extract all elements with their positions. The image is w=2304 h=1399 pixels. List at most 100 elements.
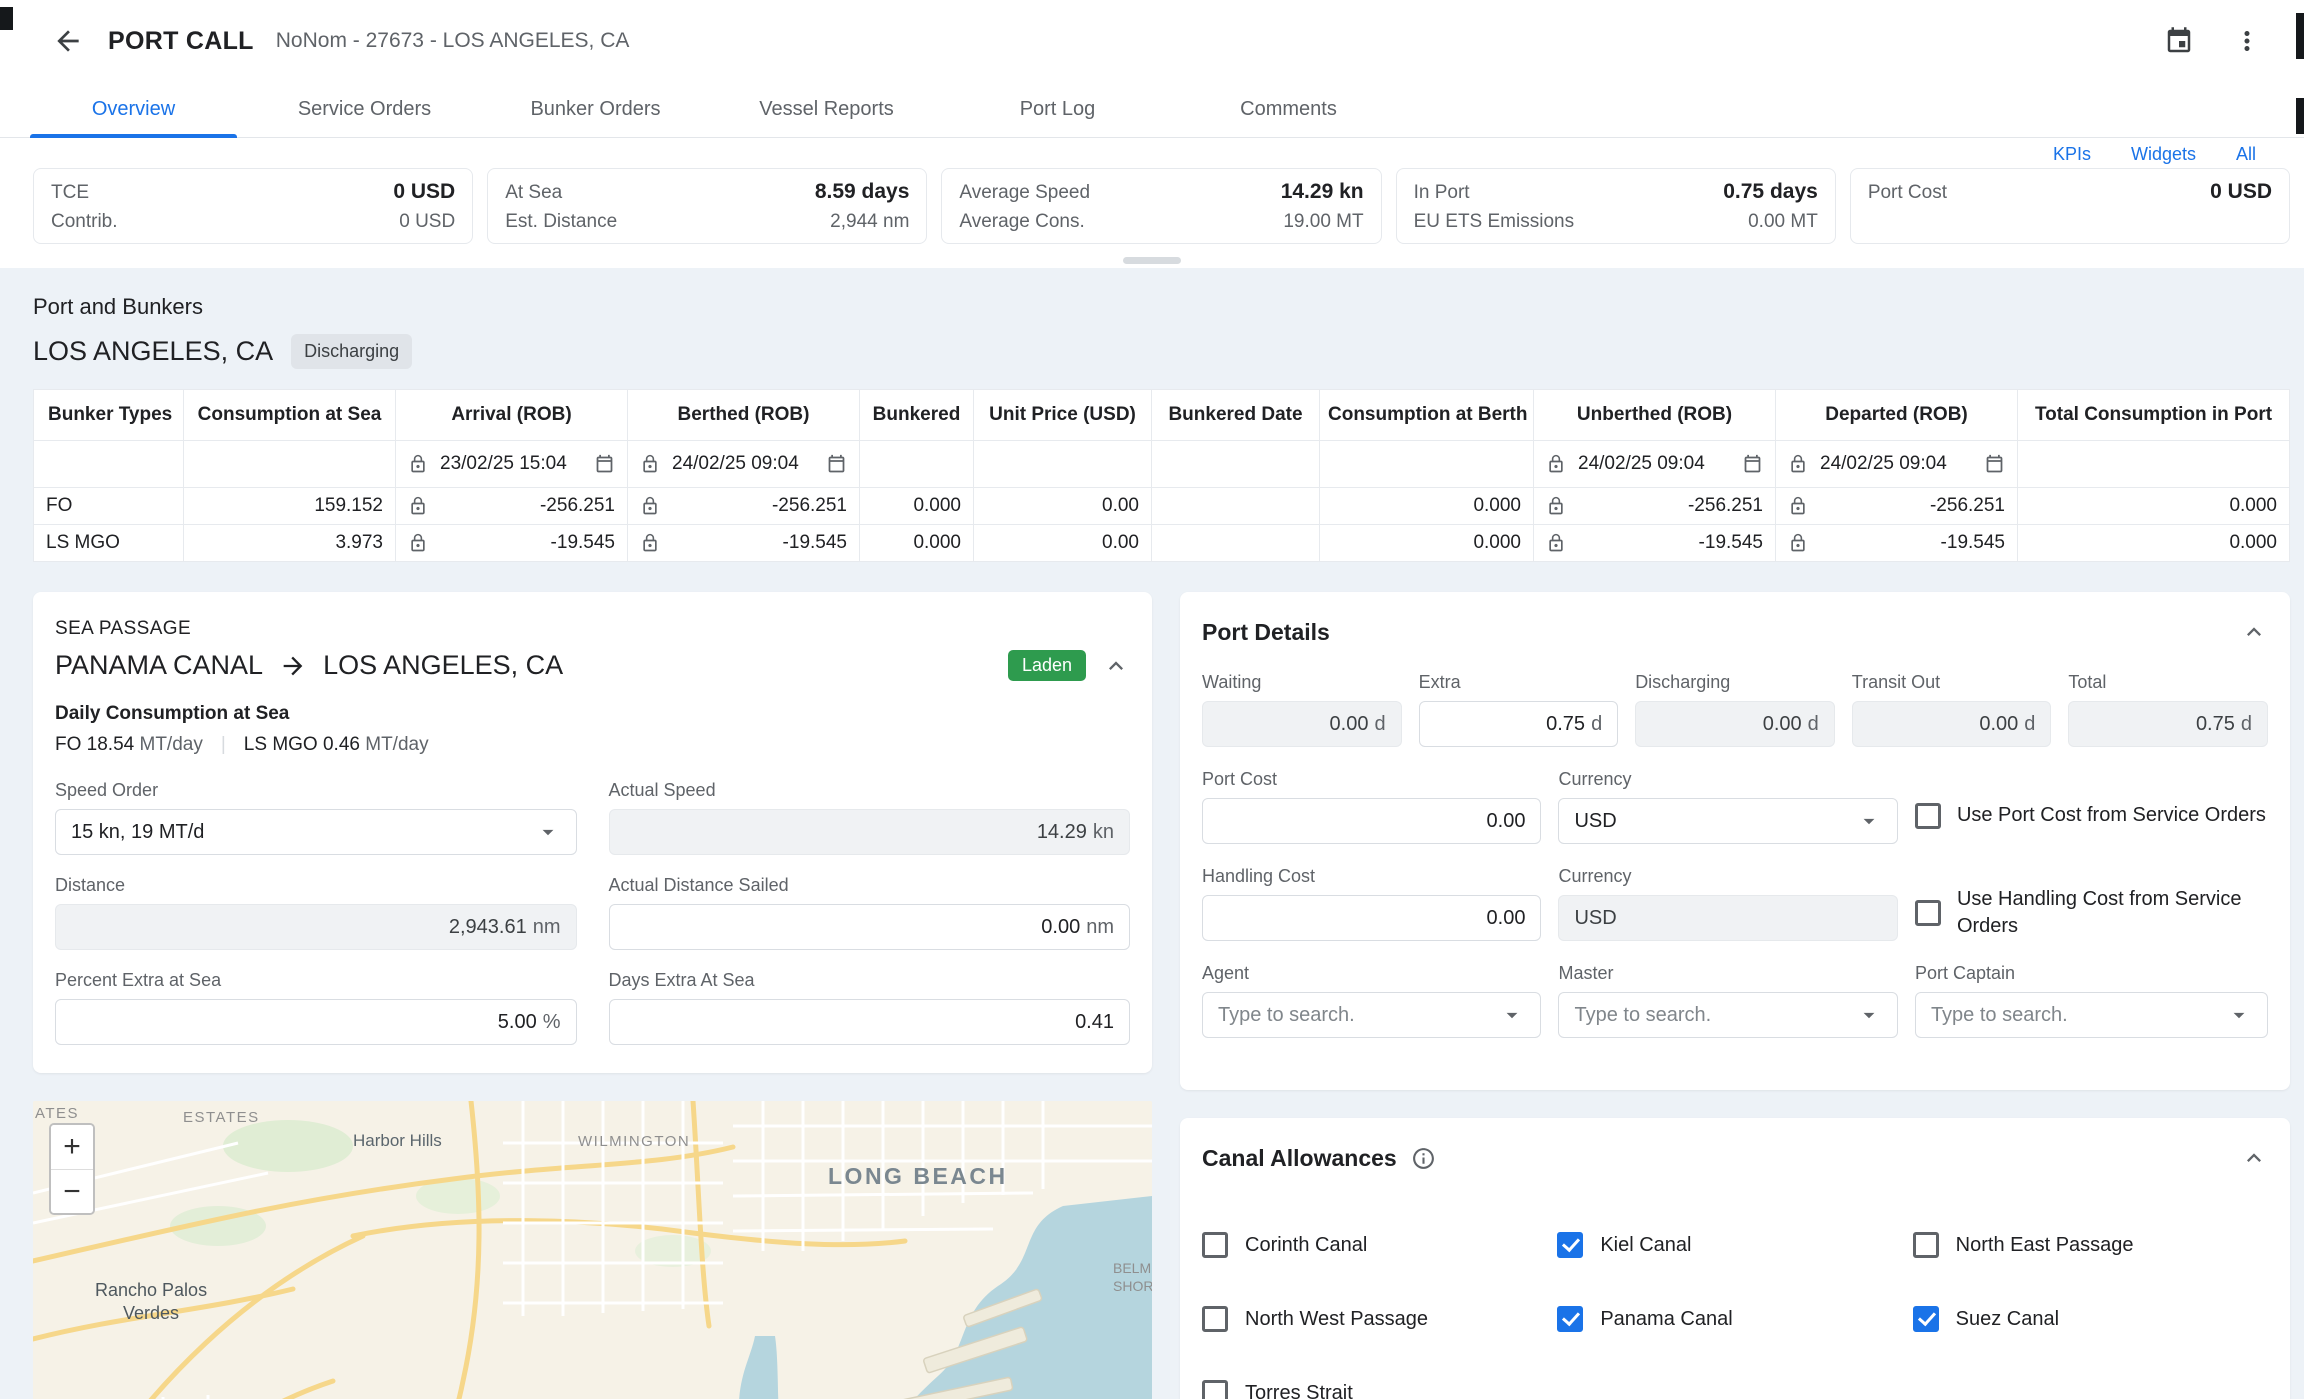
actual-distance-input[interactable]: 0.00nm [609,904,1131,950]
handling-cost-input[interactable]: 0.00 [1202,895,1541,941]
chevron-down-icon [535,819,561,845]
lock-icon[interactable] [640,496,660,516]
arrival-date-picker[interactable]: 23/02/25 15:04 [404,453,619,475]
tab-service-orders[interactable]: Service Orders [261,82,468,137]
calendar-icon[interactable] [1742,454,1763,475]
percent-extra-input[interactable]: 5.00% [55,999,577,1045]
arrival-rob-cell[interactable]: -256.251 [396,488,628,525]
kiel-canal-checkbox[interactable] [1557,1232,1583,1258]
widgets-link[interactable]: Widgets [2131,144,2196,164]
unberthed-date-picker[interactable]: 24/02/25 09:04 [1542,453,1767,475]
kebab-menu-icon[interactable] [2232,26,2262,56]
collapse-sea-passage-button[interactable] [1102,652,1130,680]
port-cost-currency-select[interactable]: USD [1558,798,1897,844]
col-unit-price: Unit Price (USD) [974,390,1152,441]
corinth-canal-checkbox[interactable] [1202,1232,1228,1258]
arrival-rob-cell[interactable]: -19.545 [396,525,628,562]
departed-date-picker[interactable]: 24/02/25 09:04 [1784,453,2009,475]
canal-option-kiel[interactable]: Kiel Canal [1557,1232,1912,1258]
kpis-link[interactable]: KPIs [2053,144,2091,164]
kpi-sub-value: 0.00 MT [1748,211,1818,233]
berthed-date-picker[interactable]: 24/02/25 09:04 [636,453,851,475]
kpi-sub-value: 0 USD [399,211,455,233]
canal-option-north-west-passage[interactable]: North West Passage [1202,1306,1557,1332]
torres-strait-checkbox[interactable] [1202,1380,1228,1399]
bunkered-cell[interactable]: 0.000 [860,488,974,525]
calendar-icon[interactable] [826,454,847,475]
canal-option-corinth[interactable]: Corinth Canal [1202,1232,1557,1258]
zoom-out-button[interactable]: − [51,1169,93,1213]
speed-order-select[interactable]: 15 kn, 19 MT/d [55,809,577,855]
bunkered-date-cell[interactable] [1152,488,1320,525]
lock-icon[interactable] [640,454,660,474]
transit-out-field: Transit Out 0.00d [1852,672,2052,747]
master-search-input[interactable]: Type to search. [1558,992,1897,1038]
col-unberthed-rob: Unberthed (ROB) [1534,390,1776,441]
port-cost-input[interactable]: 0.00 [1202,798,1541,844]
unberthed-rob-cell[interactable]: -256.251 [1534,488,1776,525]
use-port-cost-checkbox[interactable] [1915,803,1941,829]
port-details-card: Port Details Waiting 0.00d Extra 0.75d D… [1180,592,2290,1090]
bunkered-date-cell[interactable] [1152,525,1320,562]
days-extra-input[interactable]: 0.41 [609,999,1131,1045]
agent-search-input[interactable]: Type to search. [1202,992,1541,1038]
unit-price-cell[interactable]: 0.00 [974,488,1152,525]
suez-canal-checkbox[interactable] [1913,1306,1939,1332]
departed-rob-cell[interactable]: -256.251 [1776,488,2018,525]
panama-canal-checkbox[interactable] [1557,1306,1583,1332]
map-label: ESTATES [183,1109,260,1126]
zoom-in-button[interactable]: + [51,1125,93,1169]
canal-option-north-east-passage[interactable]: North East Passage [1913,1232,2268,1258]
col-total-consumption: Total Consumption in Port [2018,390,2290,441]
panel-drag-handle[interactable] [1123,257,1181,264]
kpi-label: Port Cost [1868,182,1947,204]
lock-icon[interactable] [640,533,660,553]
sea-passage-map[interactable]: ATES ESTATES Harbor Hills WILMINGTON LON… [33,1101,1152,1399]
calendar-icon[interactable] [1984,454,2005,475]
berthed-rob-cell[interactable]: -256.251 [628,488,860,525]
lock-icon[interactable] [1546,533,1566,553]
port-captain-search-input[interactable]: Type to search. [1915,992,2268,1038]
north-west-passage-checkbox[interactable] [1202,1306,1228,1332]
lock-icon[interactable] [408,454,428,474]
tab-bunker-orders[interactable]: Bunker Orders [492,82,699,137]
departed-rob-cell[interactable]: -19.545 [1776,525,2018,562]
lock-icon[interactable] [1546,454,1566,474]
lock-icon[interactable] [1788,533,1808,553]
unit-price-cell[interactable]: 0.00 [974,525,1152,562]
north-east-passage-checkbox[interactable] [1913,1232,1939,1258]
tab-vessel-reports[interactable]: Vessel Reports [723,82,930,137]
bunkered-cell[interactable]: 0.000 [860,525,974,562]
unberthed-rob-cell[interactable]: -19.545 [1534,525,1776,562]
daily-fo-value: FO 18.54 MT/day [55,734,203,756]
tab-comments[interactable]: Comments [1185,82,1392,137]
info-icon[interactable] [1411,1146,1436,1171]
lock-icon[interactable] [408,496,428,516]
calendar-icon[interactable] [594,454,615,475]
divider: | [221,734,226,756]
tab-overview[interactable]: Overview [30,82,237,137]
kpi-value: 0 USD [393,180,455,204]
chevron-down-icon [1856,1002,1882,1028]
collapse-port-details-button[interactable] [2240,618,2268,646]
use-handling-cost-checkbox[interactable] [1915,900,1941,926]
back-button[interactable] [46,19,90,63]
calendar-icon[interactable] [2164,26,2194,56]
use-handling-cost-option[interactable]: Use Handling Cost from Service Orders [1915,866,2268,941]
col-departed-rob: Departed (ROB) [1776,390,2018,441]
lock-icon[interactable] [1788,454,1808,474]
extra-input[interactable]: 0.75d [1419,701,1619,747]
canal-option-suez[interactable]: Suez Canal [1913,1306,2268,1332]
port-and-bunkers-section: Port and Bunkers LOS ANGELES, CA Dischar… [33,294,2290,562]
canal-option-torres-strait[interactable]: Torres Strait [1202,1380,1557,1399]
lock-icon[interactable] [408,533,428,553]
all-link[interactable]: All [2236,144,2256,164]
tab-port-log[interactable]: Port Log [954,82,1161,137]
lock-icon[interactable] [1546,496,1566,516]
collapse-canal-allowances-button[interactable] [2240,1144,2268,1172]
use-port-cost-option[interactable]: Use Port Cost from Service Orders [1915,769,2268,844]
berthed-rob-cell[interactable]: -19.545 [628,525,860,562]
map-label: WILMINGTON [578,1133,690,1150]
lock-icon[interactable] [1788,496,1808,516]
canal-option-panama[interactable]: Panama Canal [1557,1306,1912,1332]
